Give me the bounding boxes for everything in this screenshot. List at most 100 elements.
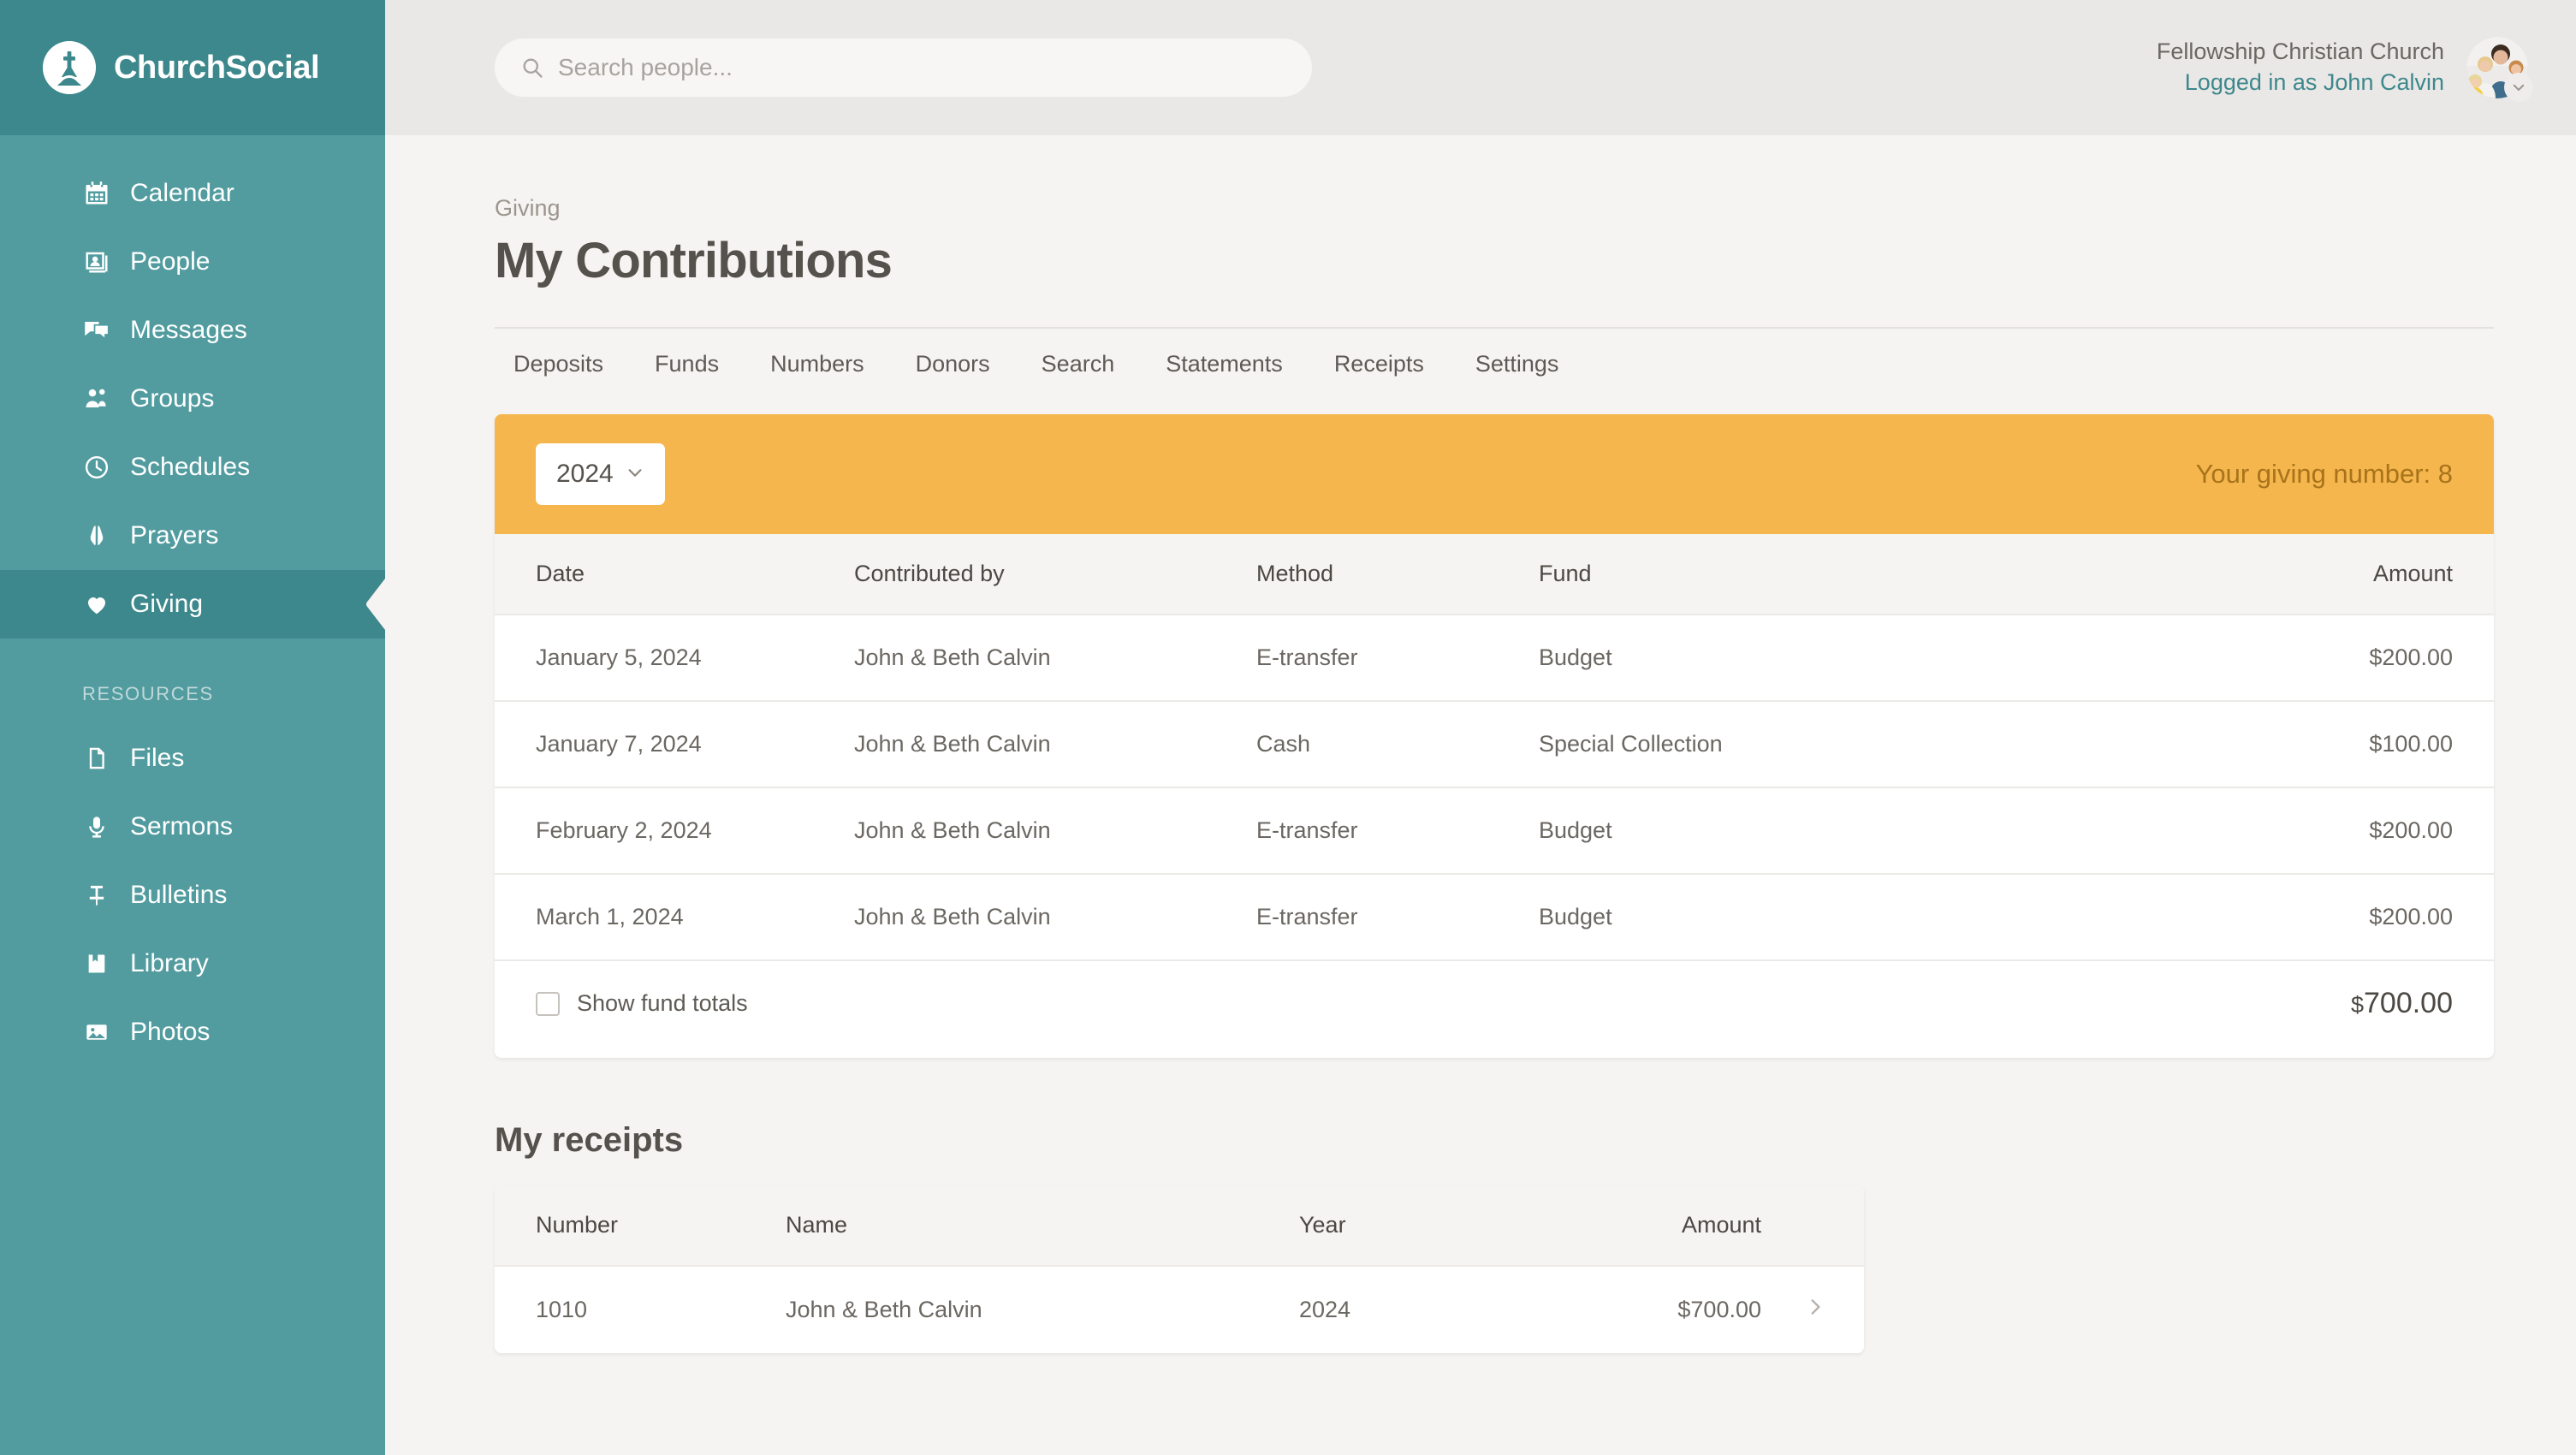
cell-amount: $200.00 (2069, 873, 2494, 959)
sidebar-item-giving[interactable]: Giving (0, 570, 385, 638)
show-fund-totals-label: Show fund totals (577, 990, 748, 1016)
tab-receipts[interactable]: Receipts (1309, 351, 1450, 377)
logged-in-as-link[interactable]: Logged in as John Calvin (2157, 68, 2444, 98)
table-row[interactable]: January 5, 2024 John & Beth Calvin E-tra… (495, 614, 2494, 701)
sidebar-item-messages[interactable]: Messages (0, 296, 385, 365)
sidebar-item-label: Giving (130, 590, 204, 618)
cell-method: E-transfer (1256, 873, 1539, 959)
cell-name: John & Beth Calvin (786, 1265, 1299, 1353)
sidebar-item-label: Photos (130, 1018, 211, 1046)
sidebar-item-calendar[interactable]: Calendar (0, 159, 385, 228)
column-header-contributed-by: Contributed by (854, 534, 1256, 615)
sidebar-nav: Calendar People Messages Groups Schedule… (0, 135, 385, 1066)
receipts-table-head: Number Name Year Amount (495, 1185, 1864, 1266)
show-fund-totals-checkbox[interactable] (536, 991, 560, 1016)
show-fund-totals-toggle[interactable]: Show fund totals (536, 990, 748, 1017)
table-row[interactable]: 1010 John & Beth Calvin 2024 $700.00 (495, 1265, 1864, 1353)
year-select[interactable]: 2024 (536, 443, 665, 505)
cell-number: 1010 (495, 1265, 786, 1353)
cell-year: 2024 (1299, 1265, 1607, 1353)
breadcrumb[interactable]: Giving (495, 195, 2494, 222)
book-icon (82, 949, 111, 978)
cell-contributed-by: John & Beth Calvin (854, 873, 1256, 959)
table-row[interactable]: February 2, 2024 John & Beth Calvin E-tr… (495, 787, 2494, 874)
table-row[interactable]: January 7, 2024 John & Beth Calvin Cash … (495, 700, 2494, 787)
tab-deposits[interactable]: Deposits (495, 351, 629, 377)
tab-settings[interactable]: Settings (1450, 351, 1585, 377)
sidebar-item-photos[interactable]: Photos (0, 998, 385, 1066)
sidebar-item-sermons[interactable]: Sermons (0, 793, 385, 861)
chevron-down-icon[interactable] (2504, 73, 2533, 102)
column-header-date: Date (495, 534, 854, 615)
cell-date: January 7, 2024 (495, 700, 854, 787)
contributions-card: 2024 Your giving number: 8 Date Contribu… (495, 414, 2494, 1058)
sidebar-section-resources: RESOURCES (82, 683, 214, 704)
cell-contributed-by: John & Beth Calvin (854, 614, 1256, 701)
sidebar-item-label: Groups (130, 384, 215, 413)
table-row[interactable]: March 1, 2024 John & Beth Calvin E-trans… (495, 873, 2494, 959)
sidebar-item-groups[interactable]: Groups (0, 365, 385, 433)
sidebar-item-label: Library (130, 949, 209, 977)
receipts-table-body: 1010 John & Beth Calvin 2024 $700.00 (495, 1265, 1864, 1353)
sidebar-item-people[interactable]: People (0, 228, 385, 296)
cell-contributed-by: John & Beth Calvin (854, 700, 1256, 787)
table-header-row: Date Contributed by Method Fund Amount (495, 534, 2494, 615)
cell-date: March 1, 2024 (495, 873, 854, 959)
table-header-row: Number Name Year Amount (495, 1185, 1864, 1266)
sidebar-item-bulletins[interactable]: Bulletins (0, 861, 385, 929)
receipts-table: Number Name Year Amount 1010 John & Beth… (495, 1185, 1864, 1353)
contributions-table-head: Date Contributed by Method Fund Amount (495, 534, 2494, 615)
user-menu[interactable]: Fellowship Christian Church Logged in as… (2157, 37, 2533, 102)
brand-logo[interactable]: ChurchSocial (0, 0, 385, 135)
cell-amount: $200.00 (2069, 614, 2494, 701)
column-header-year: Year (1299, 1185, 1607, 1266)
cell-date: January 5, 2024 (495, 614, 854, 701)
sidebar-item-label: Bulletins (130, 881, 228, 909)
tab-statements[interactable]: Statements (1140, 351, 1309, 377)
search-input[interactable] (558, 54, 1286, 81)
tab-search[interactable]: Search (1016, 351, 1141, 377)
cell-date: February 2, 2024 (495, 787, 854, 874)
cell-method: Cash (1256, 700, 1539, 787)
cell-method: E-transfer (1256, 614, 1539, 701)
pin-icon (82, 881, 111, 910)
giving-number-label: Your giving number: 8 (2195, 459, 2453, 489)
sidebar-item-files[interactable]: Files (0, 724, 385, 793)
app-root: ChurchSocial Calendar People Messages Gr… (0, 0, 2576, 1455)
sidebar-item-label: Prayers (130, 521, 219, 549)
contributions-footer: Show fund totals $700.00 (495, 959, 2494, 1058)
cell-fund: Budget (1539, 787, 2069, 874)
grand-total-currency: $ (2350, 992, 2364, 1018)
top-bar: Fellowship Christian Church Logged in as… (385, 0, 2576, 135)
cell-amount: $100.00 (2069, 700, 2494, 787)
cell-fund: Budget (1539, 873, 2069, 959)
year-select-value: 2024 (556, 460, 614, 488)
contributions-table-body: January 5, 2024 John & Beth Calvin E-tra… (495, 614, 2494, 959)
column-header-number: Number (495, 1185, 786, 1266)
groups-icon (82, 384, 111, 413)
sidebar-item-schedules[interactable]: Schedules (0, 433, 385, 502)
photo-icon (82, 1018, 111, 1047)
grand-total-value: 700.00 (2364, 987, 2453, 1019)
heart-icon (82, 590, 111, 619)
column-header-fund: Fund (1539, 534, 2069, 615)
contributions-table: Date Contributed by Method Fund Amount J… (495, 534, 2494, 959)
people-icon (82, 247, 111, 276)
tab-donors[interactable]: Donors (890, 351, 1016, 377)
main-area: Fellowship Christian Church Logged in as… (385, 0, 2576, 1455)
grand-total: $700.00 (2351, 987, 2453, 1020)
sidebar-item-prayers[interactable]: Prayers (0, 502, 385, 570)
sidebar-item-label: Sermons (130, 812, 234, 840)
page-title: My Contributions (495, 233, 893, 288)
column-header-amount: Amount (2069, 534, 2494, 615)
row-open-chevron[interactable] (1761, 1265, 1864, 1353)
sidebar-item-library[interactable]: Library (0, 929, 385, 998)
avatar[interactable] (2466, 37, 2533, 102)
sidebar-item-label: Schedules (130, 453, 251, 481)
search-box[interactable] (495, 39, 1312, 97)
cell-amount: $200.00 (2069, 787, 2494, 874)
tab-funds[interactable]: Funds (629, 351, 745, 377)
brand-name: ChurchSocial (114, 49, 320, 86)
sidebar-item-label: People (130, 247, 211, 276)
tab-numbers[interactable]: Numbers (745, 351, 890, 377)
